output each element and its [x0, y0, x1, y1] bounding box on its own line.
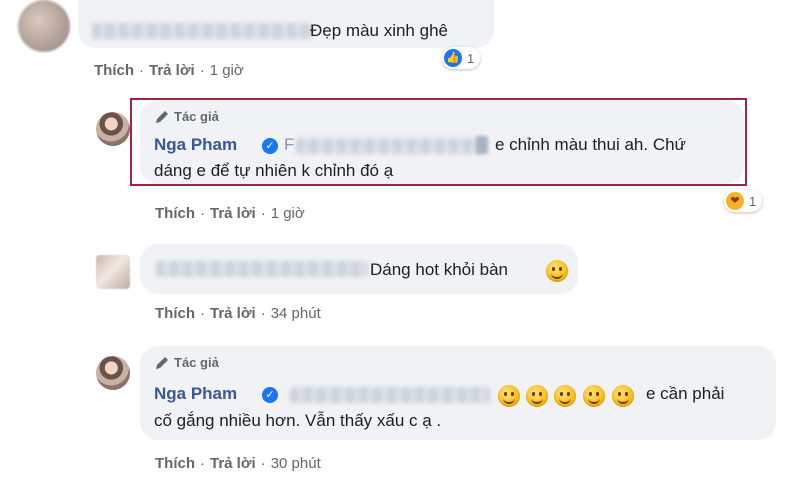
reaction-count[interactable]: 👍 1 [442, 47, 481, 69]
commenter-name-blurred[interactable] [156, 261, 368, 277]
reply-link[interactable]: Trả lời [149, 62, 195, 79]
author-badge: Tác giả [174, 355, 219, 370]
smile-emoji-icon [546, 260, 568, 282]
avatar[interactable] [96, 255, 130, 289]
avatar[interactable] [96, 112, 130, 146]
avatar[interactable] [18, 0, 70, 52]
commenter-name-blurred[interactable] [92, 23, 312, 39]
comment-text: Dáng hot khỏi bàn [370, 260, 508, 279]
author-name[interactable]: Nga Pham [154, 384, 237, 404]
comment-actions: Thích · Trả lời · 30 phút [155, 455, 321, 472]
comment-actions: Thích · Trả lời · 34 phút [155, 305, 321, 322]
like-link[interactable]: Thích [155, 305, 195, 322]
timestamp[interactable]: 30 phút [271, 455, 321, 472]
smile-emoji-icon [554, 385, 576, 407]
like-link[interactable]: Thích [155, 455, 195, 472]
timestamp[interactable]: 34 phút [271, 305, 321, 322]
comment-text: Đẹp màu xinh ghê [310, 21, 448, 40]
reply-link[interactable]: Trả lời [210, 205, 256, 222]
like-link[interactable]: Thích [94, 62, 134, 79]
comment-text-line2: cố gắng nhiều hơn. Vẫn thấy xấu c ạ . [154, 411, 442, 430]
comment-actions: Thích · Trả lời · 1 giờ [94, 62, 244, 79]
verified-icon: ✓ [262, 387, 278, 403]
timestamp[interactable]: 1 giờ [271, 205, 305, 222]
reply-link[interactable]: Trả lời [210, 455, 256, 472]
reaction-count[interactable]: ❤ 1 [724, 190, 763, 212]
timestamp[interactable]: 1 giờ [210, 62, 244, 79]
care-icon: ❤ [726, 192, 744, 210]
smile-emoji-icon [498, 385, 520, 407]
smile-emoji-icon [612, 385, 634, 407]
pencil-icon [156, 357, 168, 369]
smile-emoji-icon [526, 385, 548, 407]
like-link[interactable]: Thích [155, 205, 195, 222]
smile-emoji-icon [583, 385, 605, 407]
comment-actions: Thích · Trả lời · 1 giờ [155, 205, 305, 222]
tagged-name-blurred[interactable] [290, 387, 490, 403]
highlight-box [130, 98, 747, 186]
avatar[interactable] [96, 356, 130, 390]
reply-link[interactable]: Trả lời [210, 305, 256, 322]
like-icon: 👍 [444, 49, 462, 67]
comment-text-line1: e cần phải [646, 384, 725, 403]
